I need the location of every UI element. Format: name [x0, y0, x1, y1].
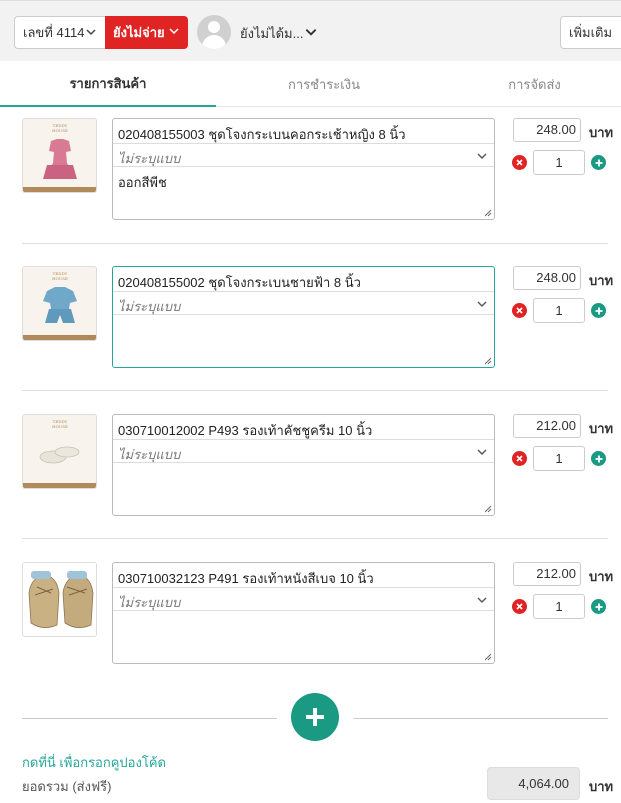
price-input[interactable]: 248.00	[513, 266, 581, 290]
close-icon	[516, 603, 523, 610]
plus-icon	[595, 159, 602, 166]
item-description-field[interactable]: 030710032123 P491 รองเท้าหนังสีเบจ 10 นิ…	[112, 562, 495, 664]
order-item: TEDDY HOUSE 020408155002 ชุดโจงกระเบนชาย…	[0, 266, 621, 414]
increase-quantity-button[interactable]	[591, 303, 606, 318]
customer-name[interactable]: ยังไม่ได้ม...	[240, 23, 303, 44]
chevron-down-icon	[477, 153, 487, 159]
variant-select[interactable]: ไม่ระบุแบบ	[113, 291, 494, 315]
resize-handle-icon[interactable]	[483, 504, 492, 513]
remove-item-button[interactable]	[512, 451, 527, 466]
order-tabs: รายการสินค้า การชำระเงิน การจัดส่ง	[0, 61, 621, 107]
item-name[interactable]: 020408155002 ชุดโจงกระเบนชายฟ้า 8 นิ้ว	[118, 272, 361, 293]
variant-select[interactable]: ไม่ระบุแบบ	[113, 143, 494, 167]
item-divider	[22, 538, 608, 539]
payment-status-label: ยังไม่จ่าย	[113, 25, 165, 40]
item-note[interactable]: ออกสีพีช	[118, 172, 167, 193]
order-item: TEDDY HOUSE 030710012002 P493 รองเท้าคัช…	[0, 414, 621, 562]
add-divider-left	[22, 718, 277, 719]
chevron-down-icon[interactable]	[304, 25, 318, 39]
tab-shipping-label: การจัดส่ง	[508, 76, 561, 92]
order-number-label: เลขที่ 4114	[23, 25, 85, 40]
variant-placeholder: ไม่ระบุแบบ	[118, 447, 181, 462]
svg-text:HOUSE: HOUSE	[52, 424, 68, 429]
svg-text:HOUSE: HOUSE	[52, 276, 68, 281]
tab-items-label: รายการสินค้า	[69, 75, 147, 91]
product-thumbnail[interactable]: TEDDY HOUSE	[22, 266, 97, 341]
price-input[interactable]: 248.00	[513, 118, 581, 142]
chevron-down-icon	[477, 449, 487, 455]
plus-icon	[595, 307, 602, 314]
currency-label: บาท	[589, 125, 614, 140]
close-icon	[516, 307, 523, 314]
item-name[interactable]: 030710032123 P491 รองเท้าหนังสีเบจ 10 นิ…	[118, 568, 374, 589]
order-toolbar: เลขที่ 4114 ยังไม่จ่าย ยังไม่ได้ม... เพิ…	[0, 0, 621, 61]
item-divider	[22, 243, 608, 244]
payment-status-button[interactable]: ยังไม่จ่าย	[105, 16, 188, 49]
plus-icon	[595, 603, 602, 610]
remove-item-button[interactable]	[512, 155, 527, 170]
variant-placeholder: ไม่ระบุแบบ	[118, 595, 181, 610]
add-divider-right	[353, 718, 608, 719]
currency-label: บาท	[589, 569, 614, 584]
quantity-input[interactable]: 1	[533, 594, 585, 619]
item-description-field[interactable]: 020408155002 ชุดโจงกระเบนชายฟ้า 8 นิ้ว ไ…	[112, 266, 495, 368]
resize-handle-icon[interactable]	[483, 356, 492, 365]
chevron-down-icon	[477, 301, 487, 307]
total-label: ยอดรวม (ส่งฟรี)	[22, 779, 112, 794]
more-button-label: เพิ่มเติม	[569, 25, 613, 40]
currency-label: บาท	[589, 779, 614, 794]
item-name[interactable]: 030710012002 P493 รองเท้าคัชชูครีม 10 นิ…	[118, 420, 372, 441]
product-thumbnail[interactable]: TEDDY HOUSE	[22, 118, 97, 193]
item-name[interactable]: 020408155003 ชุดโจงกระเบนคอกระเช้าหญิง 8…	[118, 124, 406, 145]
more-button[interactable]: เพิ่มเติม	[560, 16, 621, 49]
total-value-field: 4,064.00	[487, 767, 580, 800]
currency-label: บาท	[589, 421, 614, 436]
plus-icon	[595, 455, 602, 462]
item-description-field[interactable]: 030710012002 P493 รองเท้าคัชชูครีม 10 นิ…	[112, 414, 495, 516]
remove-item-button[interactable]	[512, 599, 527, 614]
variant-select[interactable]: ไม่ระบุแบบ	[113, 587, 494, 611]
price-input[interactable]: 212.00	[513, 562, 581, 586]
customer-avatar[interactable]	[197, 15, 231, 49]
tab-payment-label: การชำระเงิน	[288, 76, 360, 92]
order-item: 030710032123 P491 รองเท้าหนังสีเบจ 10 นิ…	[0, 562, 621, 710]
tab-payment[interactable]: การชำระเงิน	[216, 61, 432, 107]
close-icon	[516, 455, 523, 462]
plus-icon	[306, 708, 324, 726]
order-number-select[interactable]: เลขที่ 4114	[14, 16, 105, 49]
item-description-field[interactable]: 020408155003 ชุดโจงกระเบนคอกระเช้าหญิง 8…	[112, 118, 495, 220]
item-divider	[22, 390, 608, 391]
resize-handle-icon[interactable]	[483, 652, 492, 661]
increase-quantity-button[interactable]	[591, 451, 606, 466]
currency-label: บาท	[589, 273, 614, 288]
tab-items[interactable]: รายการสินค้า	[0, 61, 216, 107]
quantity-input[interactable]: 1	[533, 298, 585, 323]
variant-select[interactable]: ไม่ระบุแบบ	[113, 439, 494, 463]
increase-quantity-button[interactable]	[591, 155, 606, 170]
price-input[interactable]: 212.00	[513, 414, 581, 438]
chevron-down-icon	[86, 29, 96, 36]
product-thumbnail[interactable]	[22, 562, 97, 637]
tab-shipping[interactable]: การจัดส่ง	[432, 61, 621, 107]
beige-shoe-image	[23, 563, 96, 636]
product-thumbnail[interactable]: TEDDY HOUSE	[22, 414, 97, 489]
increase-quantity-button[interactable]	[591, 599, 606, 614]
svg-text:HOUSE: HOUSE	[52, 128, 68, 133]
variant-placeholder: ไม่ระบุแบบ	[118, 299, 181, 314]
add-item-button[interactable]	[291, 693, 339, 741]
close-icon	[516, 159, 523, 166]
chevron-down-icon	[169, 28, 179, 35]
quantity-input[interactable]: 1	[533, 150, 585, 175]
resize-handle-icon[interactable]	[483, 208, 492, 217]
coupon-link[interactable]: กดที่นี่ เพื่อกรอกคูปองโค้ด	[22, 752, 166, 773]
pink-dress-image: TEDDY HOUSE	[23, 119, 96, 192]
cream-shoe-image: TEDDY HOUSE	[23, 415, 96, 488]
remove-item-button[interactable]	[512, 303, 527, 318]
quantity-input[interactable]: 1	[533, 446, 585, 471]
variant-placeholder: ไม่ระบุแบบ	[118, 151, 181, 166]
chevron-down-icon	[477, 597, 487, 603]
blue-outfit-image: TEDDY HOUSE	[23, 267, 96, 340]
